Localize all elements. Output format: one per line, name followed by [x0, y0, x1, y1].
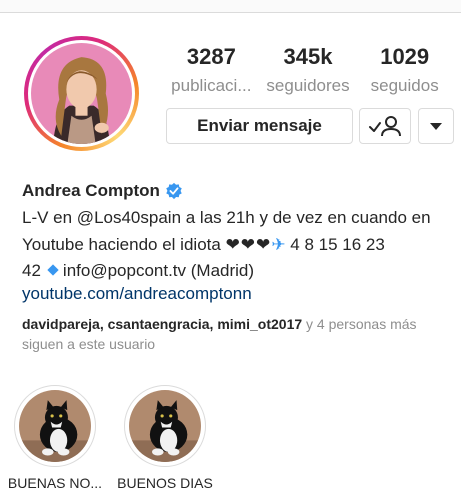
highlight-cat-image: [19, 390, 91, 462]
bio-line-3: 42 info@popcont.tv (Madrid): [22, 258, 456, 285]
more-options-button[interactable]: [418, 108, 454, 144]
profile-name: Andrea Compton: [22, 181, 160, 200]
following-label: seguidos: [370, 76, 439, 95]
following-button[interactable]: [359, 108, 411, 144]
mutual-followers: davidpareja, csantaengracia, mimi_ot2017: [22, 316, 303, 332]
stat-posts[interactable]: 3287 publicaci...: [163, 44, 260, 98]
highlight-label: BUENAS NO...: [7, 475, 103, 491]
posts-label: publicaci...: [171, 76, 252, 95]
bio-line-1: L-V en @Los40spain a las 21h y de vez en…: [22, 208, 431, 227]
profile-website-link[interactable]: youtube.com/andreacomptonn: [22, 284, 252, 304]
heart-emoji-icon: ❤❤❤: [225, 234, 272, 254]
bio-numbers: 4 8 15 16 23: [290, 234, 385, 254]
top-divider: [0, 0, 461, 13]
following-count: 1029: [380, 44, 430, 69]
story-highlight[interactable]: BUENOS DIAS: [117, 385, 213, 491]
stat-following[interactable]: 1029 seguidos: [356, 44, 453, 98]
profile-avatar[interactable]: [24, 36, 139, 151]
profile-stats: 3287 publicaci... 345k seguidores 1029 s…: [163, 44, 453, 98]
caret-down-icon: [430, 123, 442, 130]
highlight-label: BUENOS DIAS: [117, 475, 213, 491]
avatar-image: [31, 43, 132, 144]
followers-count: 345k: [283, 44, 333, 69]
profile-bio: L-V en @Los40spain a las 21h y de vez en…: [22, 205, 456, 285]
bio-line-2: Youtube haciendo el idiota ❤❤❤✈ 4 8 15 1…: [22, 232, 456, 259]
story-highlight[interactable]: BUENAS NO...: [8, 385, 102, 491]
bio-text: Youtube haciendo el idiota: [22, 234, 221, 254]
profile-name-row: Andrea Compton: [22, 181, 183, 201]
diamond-emoji-icon: [47, 264, 59, 276]
verified-badge-icon: [166, 182, 182, 200]
stat-followers[interactable]: 345k seguidores: [260, 44, 357, 98]
bio-number: 42: [22, 261, 41, 280]
highlight-cat-image: [129, 390, 201, 462]
send-message-button[interactable]: Enviar mensaje: [166, 108, 353, 144]
posts-count: 3287: [186, 44, 236, 69]
following-check-person-icon: [369, 116, 401, 137]
followers-label: seguidores: [266, 76, 350, 95]
followed-by-text[interactable]: davidpareja, csantaengracia, mimi_ot2017…: [22, 314, 456, 354]
bio-contact: info@popcont.tv (Madrid): [62, 261, 255, 280]
airplane-emoji-icon: ✈: [271, 234, 286, 254]
